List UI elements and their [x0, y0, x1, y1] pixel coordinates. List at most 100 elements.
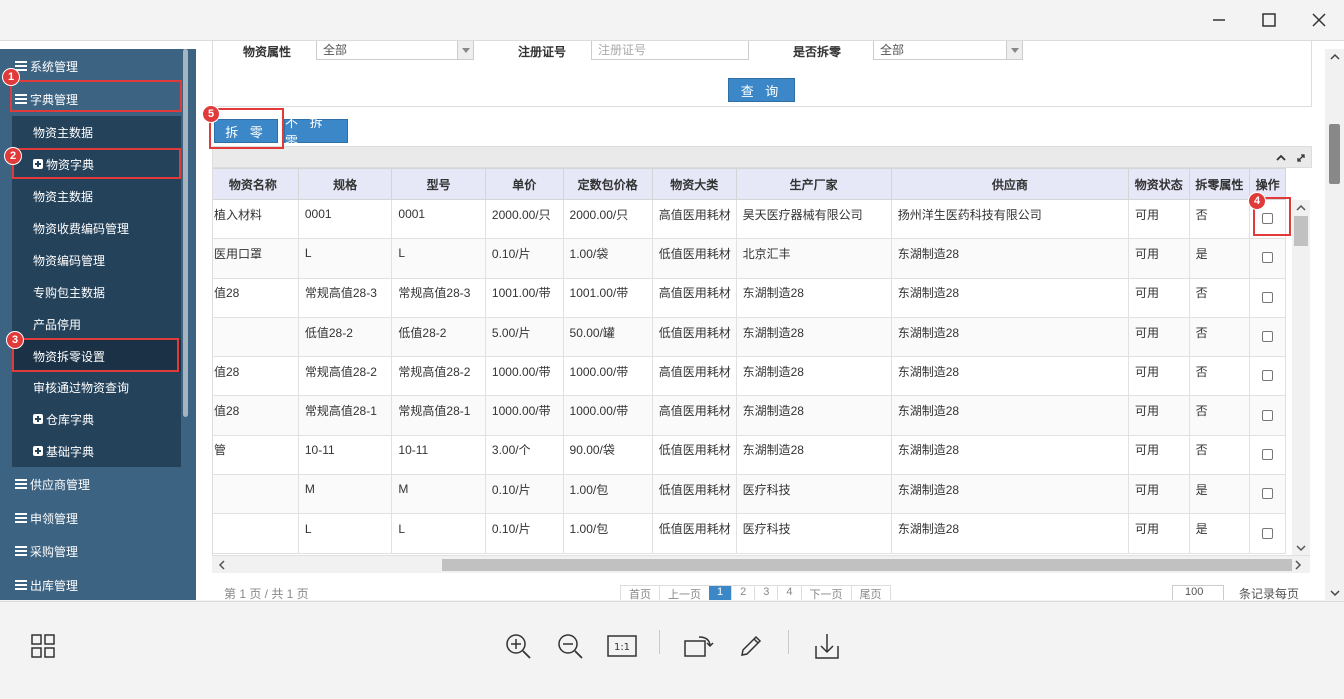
svg-text:1:1: 1:1 — [614, 642, 630, 653]
sidebar-item-material-dict[interactable]: 物资字典 — [12, 148, 181, 180]
rotate-icon[interactable] — [683, 630, 715, 662]
sidebar-item-charge-code[interactable]: 物资收费编码管理 — [12, 212, 181, 244]
scroll-thumb[interactable] — [1329, 124, 1340, 184]
table-cell: 0001 — [297, 198, 393, 240]
sidebar-item-material-master-2[interactable]: 物资主数据 — [12, 180, 181, 212]
sidebar-item-material-master[interactable]: 物资主数据 — [12, 116, 181, 148]
scroll-down-icon[interactable] — [1327, 585, 1343, 600]
pager-prev[interactable]: 上一页 — [659, 586, 709, 600]
pager-first[interactable]: 首页 — [621, 586, 659, 600]
table-cell: 0001 — [391, 198, 486, 240]
table-row[interactable]: L L 0.10/片 1.00/包 低值医用耗材 医疗科技 东湖制造28 可用是 — [213, 513, 1286, 554]
table-row[interactable]: M M 0.10/片 1.00/包 低值医用耗材 医疗科技 东湖制造28 可用是 — [213, 474, 1286, 515]
table-row[interactable]: 低值28-2 低值28-2 5.00/片 50.00/罐 低值医用耗材 东湖制造28 东湖制… — [213, 316, 1286, 358]
sidebar-item-special-package[interactable]: 专购包主数据 — [12, 276, 181, 308]
table-cell: 植入材料 — [213, 198, 299, 240]
row-checkbox[interactable] — [1262, 409, 1274, 421]
maximize-icon[interactable] — [1257, 8, 1281, 32]
pager-last[interactable]: 尾页 — [850, 586, 890, 600]
scroll-thumb[interactable] — [1294, 216, 1308, 246]
column-header[interactable]: 单价 — [484, 168, 564, 200]
zoom-out-icon[interactable] — [554, 630, 586, 662]
table-row[interactable]: 管 10-11 10-11 3.00/个 90.00/袋 低值医用耗材 东湖制造28 东湖制造… — [213, 434, 1286, 476]
table-row[interactable]: 值28 常规高值28-1 常规高值28-1 1000.00/带 1000.00/带 高值医… — [213, 395, 1286, 436]
page-size-select[interactable]: 100 — [1172, 585, 1225, 600]
scroll-up-icon[interactable] — [1293, 200, 1309, 216]
row-checkbox[interactable] — [1262, 448, 1274, 460]
minimize-icon[interactable] — [1207, 8, 1231, 32]
row-action-cell — [1249, 356, 1286, 397]
table-cell: 低值医用耗材 — [651, 434, 737, 476]
column-header[interactable]: 型号 — [391, 168, 486, 200]
column-header[interactable]: 物资大类 — [651, 168, 737, 200]
grid-horizontal-scrollbar[interactable] — [212, 555, 1310, 573]
sidebar-item-approved-query[interactable]: 审核通过物资查询 — [12, 371, 181, 403]
column-header[interactable]: 物资名称 — [213, 168, 299, 200]
scroll-right-icon[interactable] — [1290, 557, 1306, 573]
sidebar-item-basic-dict[interactable]: 基础字典 — [12, 435, 181, 467]
column-header[interactable]: 物资状态 — [1128, 168, 1190, 200]
query-button[interactable]: 查 询 — [728, 78, 795, 102]
sidebar-item-system[interactable]: 系统管理 — [0, 50, 182, 82]
column-header[interactable]: 生产厂家 — [735, 168, 892, 200]
pager-page-1[interactable]: 1 — [709, 586, 732, 600]
sidebar-scrollbar[interactable] — [183, 49, 188, 417]
scroll-left-icon[interactable] — [214, 557, 230, 573]
table-cell: 值28 — [213, 356, 299, 397]
list-icon — [15, 94, 27, 104]
table-row[interactable]: 医用口罩 L L 0.10/片 1.00/袋 低值医用耗材 北京汇丰 东湖制造28 可用是 — [213, 238, 1286, 279]
pager-page-3[interactable]: 3 — [754, 586, 777, 600]
row-checkbox[interactable] — [1262, 291, 1274, 303]
sidebar-item-product-disable[interactable]: 产品停用 — [12, 308, 181, 340]
page-scrollbar[interactable] — [1325, 49, 1344, 600]
download-icon[interactable] — [811, 630, 843, 662]
sidebar-item-requisition[interactable]: 申领管理 — [0, 502, 182, 534]
sidebar-item-warehouse-dict[interactable]: 仓库字典 — [12, 403, 181, 435]
close-icon[interactable] — [1307, 8, 1331, 32]
table-row[interactable]: 植入材料 0001 0001 2000.00/只 2000.00/只 高值医用耗材 昊天医疗… — [213, 198, 1286, 240]
zoom-in-icon[interactable] — [502, 630, 534, 662]
pager-page-4[interactable]: 4 — [777, 586, 800, 600]
pager-next[interactable]: 下一页 — [800, 586, 851, 600]
row-checkbox[interactable] — [1262, 527, 1274, 539]
scroll-up-icon[interactable] — [1327, 49, 1343, 65]
sidebar-item-outbound[interactable]: 出库管理 — [0, 569, 182, 600]
row-checkbox[interactable] — [1262, 252, 1274, 264]
table-cell: 低值28-2 — [391, 316, 486, 358]
table-cell: L — [391, 238, 486, 279]
collapse-icon[interactable] — [1273, 150, 1289, 166]
no-split-button[interactable]: 不 拆 零 — [284, 115, 348, 149]
sidebar-item-supplier[interactable]: 供应商管理 — [0, 468, 182, 500]
split-button[interactable]: 拆 零 — [214, 119, 278, 143]
scroll-thumb[interactable] — [442, 559, 1292, 571]
filter-split-select[interactable]: 全部 — [873, 41, 1023, 60]
filter-attr-select[interactable]: 全部 — [316, 41, 474, 60]
row-checkbox[interactable] — [1262, 488, 1274, 500]
column-header[interactable]: 定数包价格 — [562, 168, 653, 200]
row-checkbox[interactable] — [1262, 213, 1274, 225]
sidebar-item-material-code[interactable]: 物资编码管理 — [12, 244, 181, 276]
row-checkbox[interactable] — [1262, 370, 1274, 382]
sidebar-item-purchase[interactable]: 采购管理 — [0, 535, 182, 567]
table-cell: 否 — [1188, 356, 1251, 397]
expand-icon[interactable] — [1293, 150, 1309, 166]
column-header[interactable]: 供应商 — [890, 168, 1130, 200]
table-row[interactable]: 值28 常规高值28-3 常规高值28-3 1001.00/带 1001.00/带 高值医… — [213, 277, 1286, 318]
table-cell: 值28 — [213, 277, 299, 318]
row-checkbox[interactable] — [1262, 331, 1274, 343]
sidebar-item-split-settings[interactable]: 物资拆零设置 — [12, 340, 181, 372]
column-header[interactable]: 规格 — [297, 168, 393, 200]
table-row[interactable]: 值28 常规高值28-2 常规高值28-2 1000.00/带 1000.00/带 高值医… — [213, 356, 1286, 397]
actual-size-icon[interactable]: 1:1 — [606, 630, 638, 662]
pager: 第 1 页 / 共 1 页 首页 上一页 1 2 3 4 下一页 尾页 100 … — [212, 575, 1312, 600]
toolbar-divider — [788, 630, 789, 654]
table-cell: 否 — [1188, 395, 1251, 436]
grid-vertical-scrollbar[interactable] — [1292, 200, 1310, 556]
edit-pen-icon[interactable] — [735, 630, 767, 662]
pager-page-2[interactable]: 2 — [731, 586, 754, 600]
grid-view-icon[interactable] — [27, 630, 59, 662]
filter-reg-input[interactable]: 注册证号 — [591, 41, 749, 60]
scroll-down-icon[interactable] — [1293, 540, 1309, 556]
column-header[interactable]: 拆零属性 — [1188, 168, 1251, 200]
sidebar-item-dictionary[interactable]: 字典管理 — [0, 83, 182, 115]
